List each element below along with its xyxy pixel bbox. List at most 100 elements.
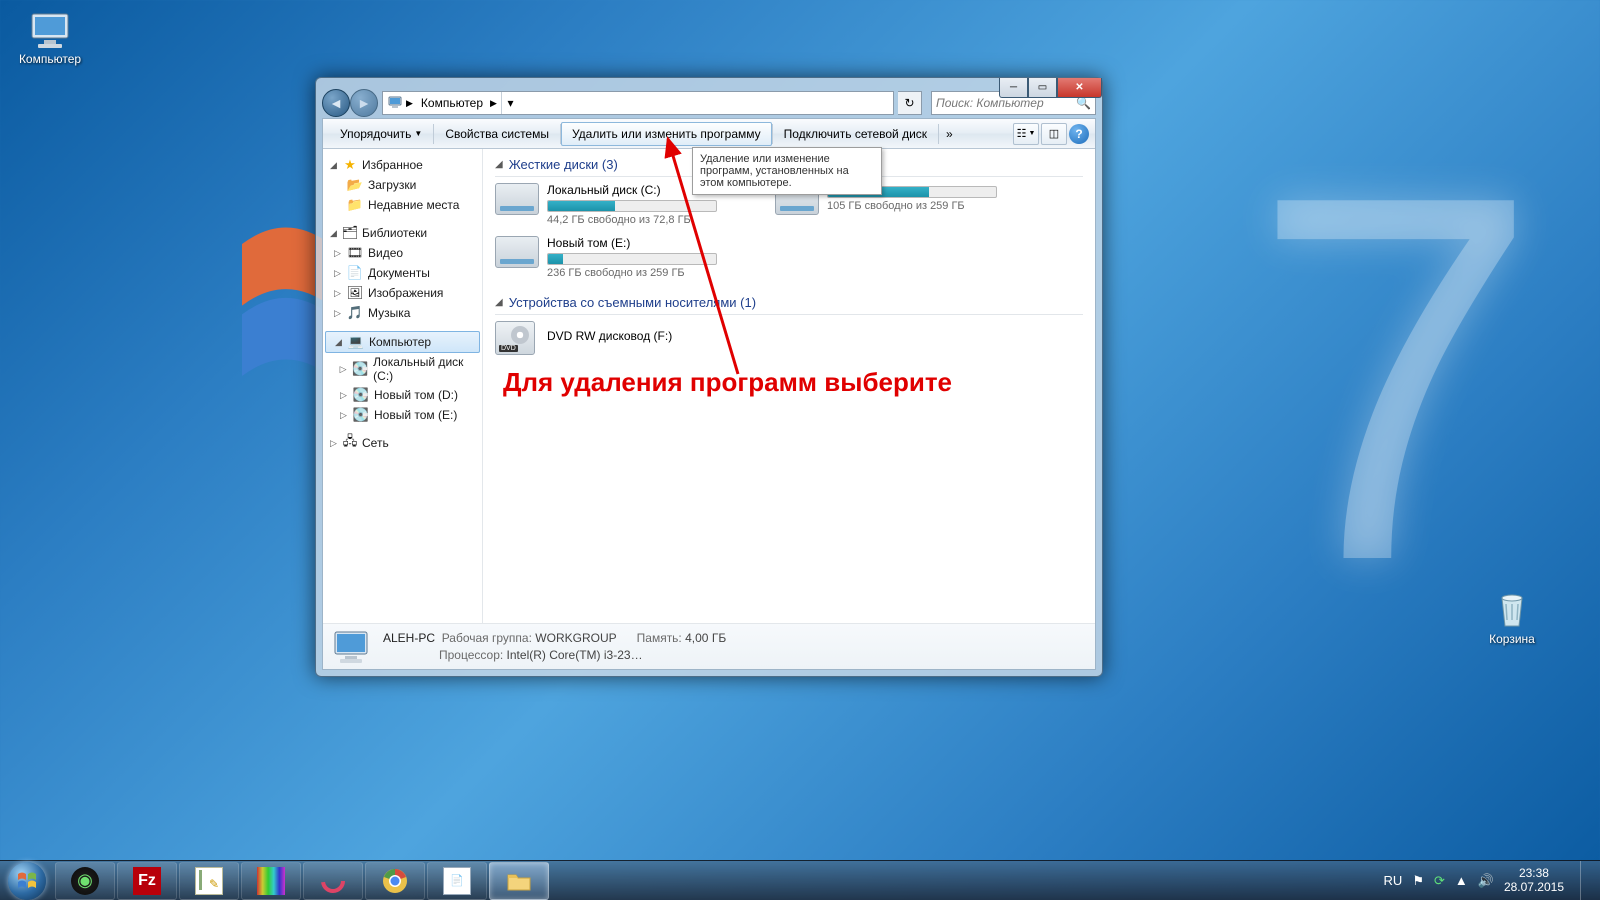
drive-icon: 💽 [352, 361, 368, 377]
dvd-drive-icon [495, 321, 539, 359]
close-button[interactable]: ✕ [1057, 78, 1102, 98]
capacity-fill-c [548, 201, 615, 211]
computer-icon: 💻 [348, 334, 364, 350]
maximize-button[interactable]: ▭ [1028, 78, 1057, 98]
music-icon: 🎵 [347, 305, 363, 321]
computer-icon [331, 629, 371, 665]
nav-downloads[interactable]: 📂Загрузки [323, 175, 482, 195]
documents-icon: 📄 [347, 265, 363, 281]
computer-icon [26, 10, 74, 50]
taskbar-notepad[interactable]: ✎ [179, 862, 239, 900]
tray-date: 28.07.2015 [1504, 881, 1564, 894]
nav-pictures[interactable]: ▷🖼Изображения [323, 283, 482, 303]
tray-time: 23:38 [1504, 867, 1564, 880]
folder-icon: 📂 [347, 177, 363, 193]
notepad-icon: ✎ [195, 867, 223, 895]
libraries-icon: 🗂 [342, 225, 358, 241]
taskbar-spinner-app[interactable] [303, 862, 363, 900]
tray-language-indicator[interactable]: RU [1384, 873, 1403, 888]
network-icon: 🖧 [342, 435, 358, 451]
details-computer-name: ALEH-PC [383, 631, 435, 645]
taskbar: ◉ Fz ✎ 📄 RU ⚑ ⟳ ▲ 🔊 23:38 28.07.2015 [0, 860, 1600, 900]
drive-icon [495, 236, 539, 274]
video-icon: 🎞 [347, 245, 363, 261]
nav-computer[interactable]: ◢💻Компьютер [325, 331, 480, 353]
dvd-drive-f[interactable]: DVD RW дисковод (F:) [495, 321, 755, 359]
drive-icon: 💽 [353, 407, 369, 423]
desktop-recycle-label: Корзина [1474, 632, 1550, 646]
drive-icon: 💽 [353, 387, 369, 403]
taskbar-chrome[interactable] [365, 862, 425, 900]
nav-volume-e[interactable]: ▷💽Новый том (E:) [323, 405, 482, 425]
nav-local-disk-c[interactable]: ▷💽Локальный диск (C:) [323, 353, 482, 385]
help-button[interactable]: ? [1069, 124, 1089, 144]
capacity-fill-e [548, 254, 563, 264]
system-properties-button[interactable]: Свойства системы [434, 122, 560, 146]
nav-recent-places[interactable]: 📁Недавние места [323, 195, 482, 215]
folder-icon [505, 867, 533, 895]
back-button[interactable]: ◄ [322, 89, 350, 117]
desktop-computer-label: Компьютер [12, 52, 88, 66]
document-icon: 📄 [443, 867, 471, 895]
tray-clock[interactable]: 23:38 28.07.2015 [1504, 867, 1564, 893]
desktop-recycle-bin-icon[interactable]: Корзина [1474, 590, 1550, 646]
explorer-window: ─ ▭ ✕ ◄ ► ▶ Компьютер▶ ▾ ↻ Поиск: Компью… [315, 77, 1103, 677]
nav-music[interactable]: ▷🎵Музыка [323, 303, 482, 323]
start-button[interactable] [0, 861, 54, 900]
computer-icon [387, 95, 403, 111]
details-pane: ALEH-PC Рабочая группа: WORKGROUP Память… [323, 623, 1095, 669]
filezilla-icon: Fz [133, 867, 161, 895]
address-bar[interactable]: ▶ Компьютер▶ ▾ [382, 91, 894, 115]
refresh-button[interactable]: ↻ [898, 91, 922, 115]
uninstall-change-program-button[interactable]: Удалить или изменить программу [561, 122, 772, 146]
toolbar-overflow-button[interactable]: » [939, 122, 960, 146]
pictures-icon: 🖼 [347, 285, 363, 301]
drive-icon [495, 183, 539, 221]
taskbar-media-app[interactable] [241, 862, 301, 900]
spiral-icon: ◉ [71, 867, 99, 895]
view-mode-button[interactable]: ☷▼ [1013, 123, 1039, 145]
tray-chevron-icon[interactable]: ▲ [1455, 873, 1468, 888]
tray-sync-icon[interactable]: ⟳ [1434, 873, 1445, 889]
forward-button[interactable]: ► [350, 89, 378, 117]
start-orb-icon [8, 862, 46, 900]
preview-pane-button[interactable]: ◫ [1041, 123, 1067, 145]
address-dropdown[interactable]: ▾ [501, 92, 519, 114]
recent-icon: 📁 [347, 197, 363, 213]
tray-volume-icon[interactable]: 🔊 [1478, 873, 1494, 889]
uninstall-tooltip: Удаление или изменение программ, установ… [692, 147, 882, 195]
nav-row: ◄ ► ▶ Компьютер▶ ▾ ↻ Поиск: Компьютер 🔍 [322, 88, 1096, 118]
nav-network-header[interactable]: ▷🖧Сеть [323, 433, 482, 453]
taskbar-explorer[interactable] [489, 862, 549, 900]
chrome-icon [381, 867, 409, 895]
colorstrip-icon [257, 867, 285, 895]
wallpaper-seven-glyph: 7 [1251, 80, 1540, 678]
recycle-bin-icon [1488, 590, 1536, 630]
nav-favorites-header[interactable]: ◢★Избранное [323, 155, 482, 175]
nav-libraries-header[interactable]: ◢🗂Библиотеки [323, 223, 482, 243]
nav-video[interactable]: ▷🎞Видео [323, 243, 482, 263]
search-placeholder: Поиск: Компьютер [936, 96, 1044, 110]
search-icon[interactable]: 🔍 [1076, 96, 1091, 110]
capacity-bar [547, 200, 717, 212]
breadcrumb-computer[interactable]: Компьютер▶ [417, 92, 501, 114]
breadcrumb-root[interactable]: ▶ [383, 92, 417, 114]
desktop-computer-icon[interactable]: Компьютер [12, 10, 88, 66]
window-controls: ─ ▭ ✕ [999, 78, 1102, 98]
tray-action-center-icon[interactable]: ⚑ [1412, 873, 1424, 889]
taskbar-app-1[interactable]: ◉ [55, 862, 115, 900]
taskbar-filezilla[interactable]: Fz [117, 862, 177, 900]
taskbar-writer[interactable]: 📄 [427, 862, 487, 900]
navigation-pane: ◢★Избранное 📂Загрузки 📁Недавние места ◢🗂… [323, 149, 483, 623]
organize-button[interactable]: Упорядочить▼ [329, 122, 433, 146]
drive-e[interactable]: Новый том (E:) 236 ГБ свободно из 259 ГБ [495, 236, 755, 279]
show-desktop-button[interactable] [1580, 861, 1592, 900]
map-network-drive-button[interactable]: Подключить сетевой диск [773, 122, 938, 146]
star-icon: ★ [342, 157, 358, 173]
removable-devices-header[interactable]: ◢Устройства со съемными носителями (1) [495, 293, 1083, 315]
nav-volume-d[interactable]: ▷💽Новый том (D:) [323, 385, 482, 405]
spinner-icon [319, 867, 347, 895]
minimize-button[interactable]: ─ [999, 78, 1028, 98]
capacity-bar [547, 253, 717, 265]
nav-documents[interactable]: ▷📄Документы [323, 263, 482, 283]
